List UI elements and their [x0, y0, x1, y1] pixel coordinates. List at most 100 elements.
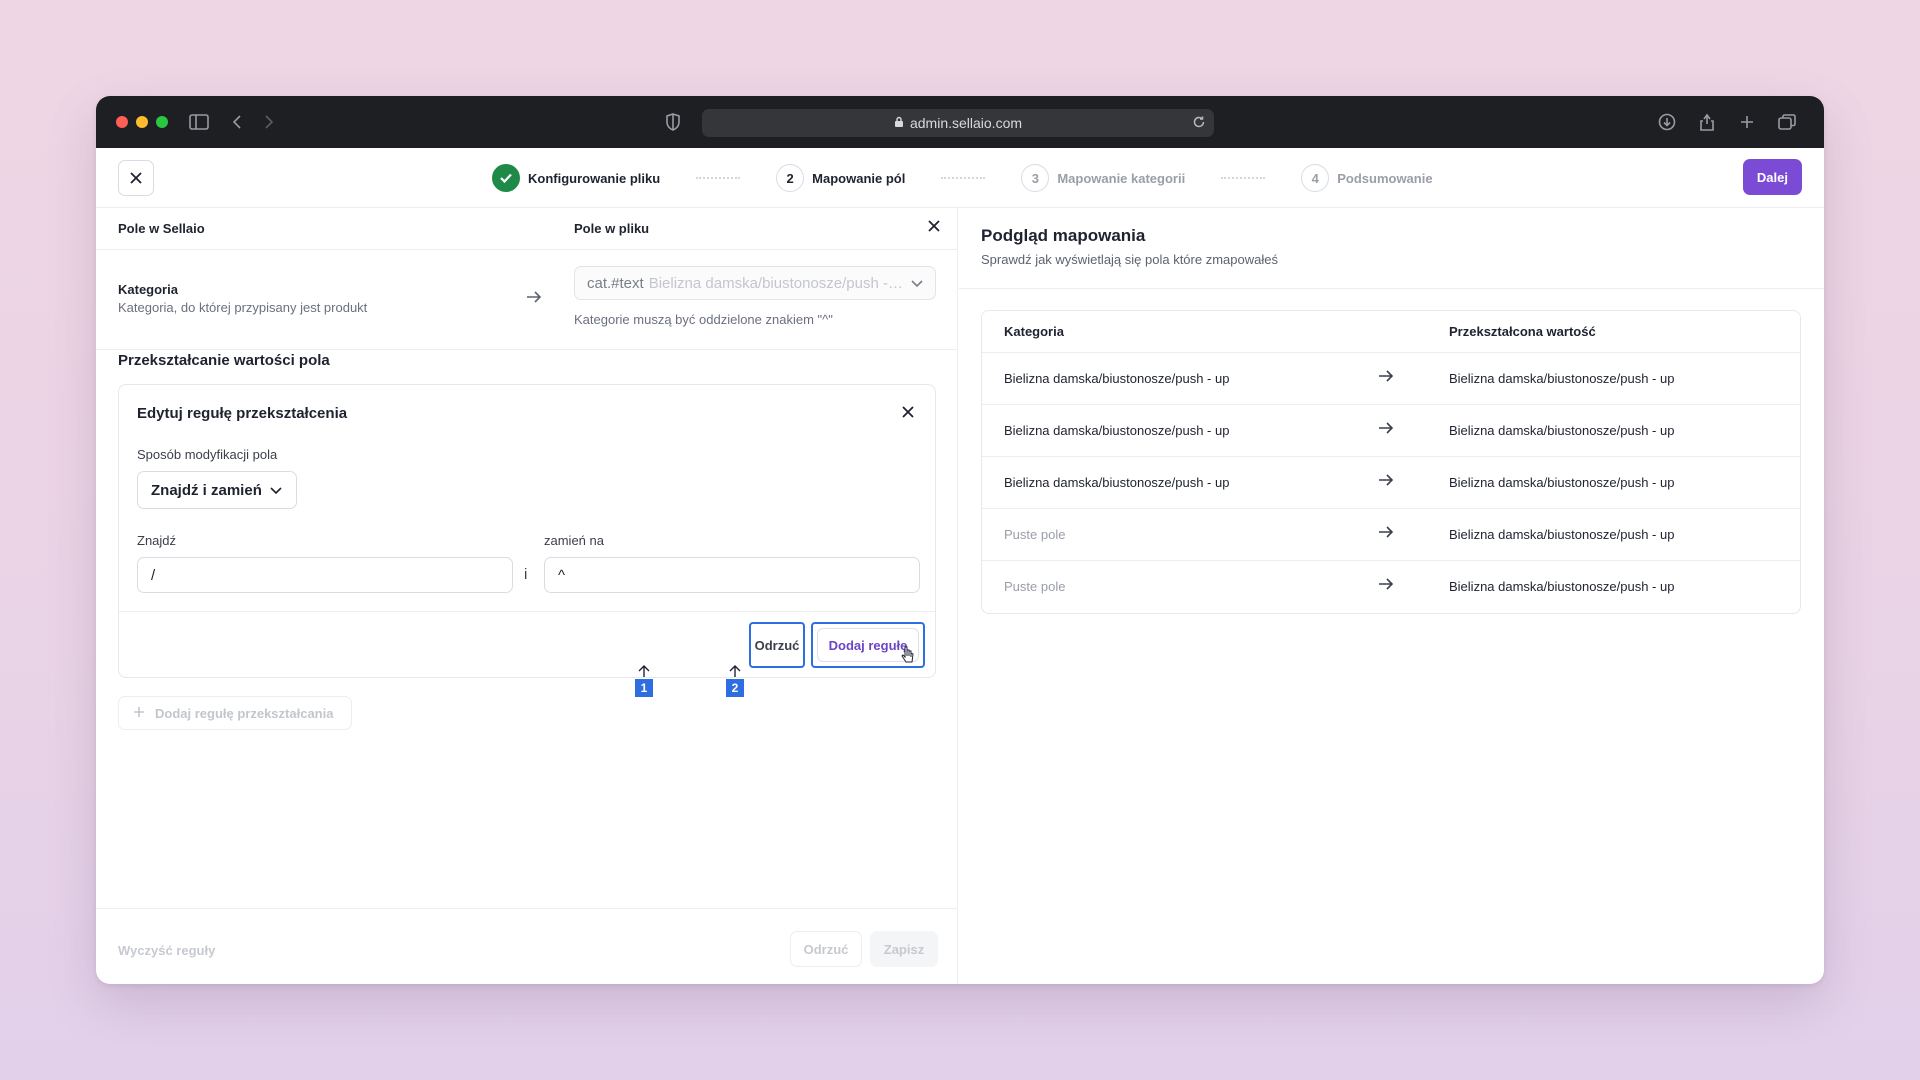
divider — [959, 288, 1824, 289]
step-divider — [696, 177, 741, 179]
source-column-header: Kategoria — [1004, 324, 1064, 339]
table-row: Bielizna damska/biustonosze/push - up Bi… — [982, 405, 1800, 457]
annotation-marker-1: 1 — [635, 664, 653, 697]
conjunction-text: i — [524, 566, 528, 583]
sidebar-toggle-icon[interactable] — [188, 112, 210, 132]
table-header: Kategoria Przekształcona wartość — [982, 311, 1800, 353]
arrow-up-icon — [729, 665, 741, 677]
footer-save-button[interactable]: Zapisz — [870, 931, 938, 967]
close-wizard-button[interactable] — [118, 160, 154, 196]
arrow-up-icon — [638, 665, 650, 677]
column-headers: Pole w Sellaio Pole w pliku — [96, 208, 957, 250]
transform-section-title: Przekształcanie wartości pola — [118, 352, 330, 369]
close-icon[interactable] — [901, 405, 915, 424]
close-icon — [130, 172, 142, 184]
address-bar[interactable]: admin.sellaio.com — [702, 109, 1214, 137]
find-input[interactable]: / — [137, 557, 513, 593]
result-value: Bielizna damska/biustonosze/push - up — [1449, 423, 1675, 438]
result-value: Bielizna damska/biustonosze/push - up — [1449, 527, 1675, 542]
arrow-right-icon — [1378, 421, 1394, 438]
marker-badge: 1 — [635, 679, 653, 697]
preview-table: Kategoria Przekształcona wartość Bielizn… — [981, 310, 1801, 614]
tabs-overview-icon[interactable] — [1776, 112, 1798, 132]
wizard-stepper: Konfigurowanie pliku 2 Mapowanie pól 3 M… — [492, 162, 1433, 194]
browser-window: admin.sellaio.com Konfigurowanie pliku 2… — [96, 96, 1824, 984]
zoom-window-button[interactable] — [156, 116, 168, 128]
table-row: Puste pole Bielizna damska/biustonosze/p… — [982, 509, 1800, 561]
find-label: Znajdź — [137, 533, 177, 548]
separator-hint: Kategorie muszą być oddzielone znakiem "… — [574, 312, 833, 327]
new-tab-icon[interactable] — [1736, 112, 1758, 132]
editor-footer: Wyczyść reguły Odrzuć Zapisz — [96, 908, 957, 984]
rule-card-title: Edytuj regułę przekształcenia — [137, 405, 348, 422]
window-controls — [116, 116, 168, 128]
replace-input[interactable]: ^ — [544, 557, 920, 593]
rule-card-footer: Odrzuć Dodaj regułę — [119, 611, 935, 679]
table-row: Bielizna damska/biustonosze/push - up Bi… — [982, 353, 1800, 405]
arrow-right-icon — [1378, 473, 1394, 490]
url-text: admin.sellaio.com — [909, 115, 1023, 131]
wizard-header: Konfigurowanie pliku 2 Mapowanie pól 3 M… — [96, 148, 1824, 208]
check-icon — [492, 164, 520, 192]
step-number: 3 — [1021, 164, 1050, 192]
close-window-button[interactable] — [116, 116, 128, 128]
add-transform-rule-label: Dodaj regułę przekształcania — [155, 705, 334, 721]
field-editor-panel: Pole w Sellaio Pole w pliku Kategoria Ka… — [96, 208, 958, 984]
forward-icon[interactable] — [258, 112, 280, 132]
step-category-mapping[interactable]: 3 Mapowanie kategorii — [1021, 164, 1185, 192]
marker-badge: 2 — [726, 679, 744, 697]
minimize-window-button[interactable] — [136, 116, 148, 128]
plus-icon — [133, 706, 145, 721]
sellaio-field-header: Pole w Sellaio — [118, 221, 205, 236]
chevron-down-icon — [911, 275, 923, 292]
reject-rule-button[interactable]: Odrzuć — [749, 622, 805, 668]
table-row: Puste pole Bielizna damska/biustonosze/p… — [982, 561, 1800, 613]
file-field-select[interactable]: cat.#text Bielizna damska/biustonosze/pu… — [574, 266, 936, 300]
footer-reject-button[interactable]: Odrzuć — [790, 931, 862, 967]
file-field-key: cat.#text — [587, 274, 644, 292]
result-value: Bielizna damska/biustonosze/push - up — [1449, 579, 1675, 594]
table-row: Bielizna damska/biustonosze/push - up Bi… — [982, 457, 1800, 509]
mode-value: Znajdź i zamień — [151, 481, 262, 499]
step-label: Podsumowanie — [1337, 170, 1433, 186]
source-value: Puste pole — [1004, 527, 1066, 542]
share-icon[interactable] — [1696, 112, 1718, 132]
reload-icon[interactable] — [1192, 115, 1206, 132]
download-icon[interactable] — [1656, 112, 1678, 132]
step-field-mapping[interactable]: 2 Mapowanie pól — [776, 164, 905, 192]
step-file-config[interactable]: Konfigurowanie pliku — [492, 164, 660, 192]
back-icon[interactable] — [226, 112, 248, 132]
replace-label: zamień na — [544, 533, 604, 548]
preview-subtitle: Sprawdź jak wyświetlają się pola które z… — [981, 252, 1278, 267]
cursor-icon — [901, 646, 915, 667]
rule-edit-card: Edytuj regułę przekształcenia Sposób mod… — [118, 384, 936, 678]
add-rule-button[interactable]: Dodaj regułę — [811, 622, 925, 668]
step-label: Mapowanie kategorii — [1057, 170, 1186, 186]
next-button[interactable]: Dalej — [1742, 159, 1802, 195]
step-summary[interactable]: 4 Podsumowanie — [1301, 164, 1433, 192]
arrow-right-icon — [1378, 369, 1394, 386]
file-field-header: Pole w pliku — [574, 221, 650, 236]
source-value: Bielizna damska/biustonosze/push - up — [1004, 423, 1230, 438]
field-mapping-row: Kategoria Kategoria, do której przypisan… — [96, 250, 957, 350]
result-column-header: Przekształcona wartość — [1449, 324, 1596, 339]
add-transform-rule-button[interactable]: Dodaj regułę przekształcania — [118, 696, 352, 730]
browser-toolbar: admin.sellaio.com — [96, 96, 1824, 148]
privacy-shield-icon[interactable] — [662, 112, 684, 132]
step-label: Mapowanie pól — [812, 170, 906, 186]
result-value: Bielizna damska/biustonosze/push - up — [1449, 371, 1675, 386]
arrow-right-icon — [1378, 525, 1394, 542]
step-label: Konfigurowanie pliku — [528, 170, 661, 186]
step-divider — [1221, 177, 1266, 179]
preview-title: Podgląd mapowania — [981, 226, 1146, 245]
close-icon[interactable] — [927, 219, 941, 236]
step-number: 2 — [776, 164, 805, 192]
step-divider — [941, 177, 986, 179]
source-value: Bielizna damska/biustonosze/push - up — [1004, 475, 1230, 490]
clear-rules-button[interactable]: Wyczyść reguły — [118, 943, 215, 958]
mapping-preview-panel: Podgląd mapowania Sprawdź jak wyświetlaj… — [959, 208, 1824, 984]
annotation-marker-2: 2 — [726, 664, 744, 697]
file-field-value: Bielizna damska/biustonosze/push - up — [648, 274, 905, 292]
arrow-right-icon — [1378, 577, 1394, 594]
mode-select[interactable]: Znajdź i zamień — [137, 471, 297, 509]
